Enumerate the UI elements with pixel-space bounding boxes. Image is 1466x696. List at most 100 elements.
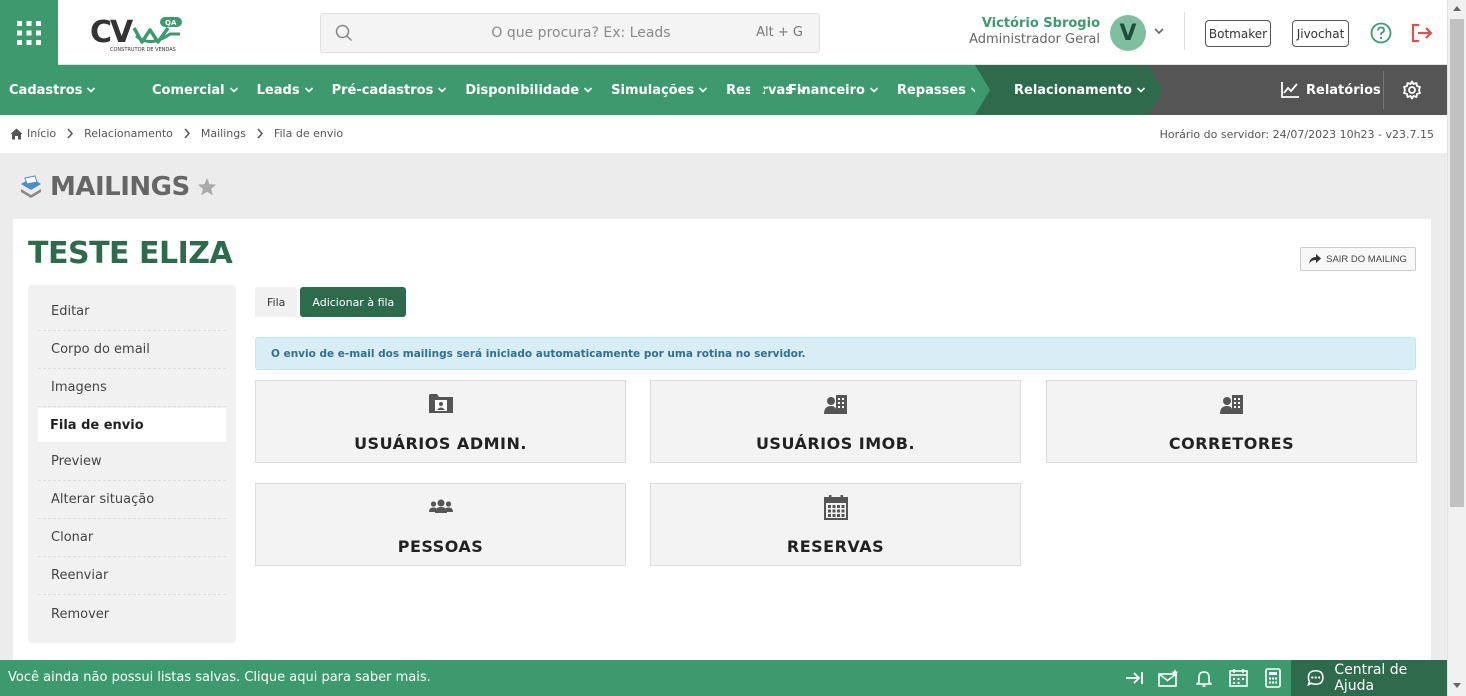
id-card-folder-icon [428, 394, 453, 413]
nav-group-relacionamento: Relacionamento [975, 65, 1163, 115]
help-center-button[interactable]: Central de Ajuda [1291, 660, 1447, 696]
menu-item-editar[interactable]: Editar [38, 293, 226, 331]
chevron-down-icon [1136, 87, 1146, 93]
tile-label: CORRETORES [1168, 434, 1295, 453]
chevron-down-icon [304, 87, 313, 93]
nav-group-comercial: Comercial Leads Pré-cadastros Disponibil… [115, 65, 807, 115]
chat-bubble-icon [1307, 670, 1324, 687]
exit-mailing-button[interactable]: SAIR DO MAILING [1300, 247, 1416, 271]
mailing-card: TESTE ELIZA SAIR DO MAILING Editar Corpo… [13, 219, 1431, 664]
chevron-right-icon [257, 128, 263, 139]
scroll-down-arrow-icon[interactable] [1453, 683, 1461, 688]
calculator-icon[interactable] [1265, 668, 1281, 688]
nav-item-comercial[interactable]: Comercial [152, 83, 239, 98]
menu-item-clonar[interactable]: Clonar [38, 519, 226, 557]
menu-item-imagens[interactable]: Imagens [38, 369, 226, 407]
avatar[interactable]: V [1110, 15, 1146, 51]
nav-item-disponibilidade[interactable]: Disponibilidade [465, 83, 593, 98]
tab-adicionar-fila[interactable]: Adicionar à fila [300, 287, 407, 317]
page-scrollbar[interactable] [1447, 0, 1466, 696]
nav-item-simulacoes[interactable]: Simulações [611, 83, 708, 98]
user-info[interactable]: Victório Sbrogio Administrador Geral [960, 16, 1100, 48]
svg-text:CV: CV [90, 15, 134, 50]
breadcrumb-item-relacionamento[interactable]: Relacionamento [84, 127, 173, 140]
nav-item-relatorios[interactable]: Relatórios [1280, 65, 1381, 115]
mail-star-icon[interactable] [1158, 668, 1180, 688]
menu-item-corpo-email[interactable]: Corpo do email [38, 331, 226, 369]
breadcrumb-bar: Início Relacionamento Mailings Fila de e… [0, 115, 1447, 153]
chevron-down-icon[interactable] [1152, 24, 1166, 38]
menu-item-preview[interactable]: Preview [38, 443, 226, 481]
tile-label: RESERVAS [786, 537, 885, 556]
nav-item-repasses[interactable]: Repasses [897, 83, 980, 98]
help-icon[interactable] [1370, 22, 1392, 44]
nav-item-relacionamento[interactable]: Relacionamento [1014, 83, 1146, 98]
nav-divider [1383, 71, 1384, 109]
chevron-down-icon [87, 87, 96, 93]
tile-label: PESSOAS [397, 537, 484, 556]
nav-group-cadastros: Cadastros [0, 65, 130, 115]
home-icon[interactable] [10, 128, 23, 140]
header-divider [1184, 12, 1185, 50]
arrow-to-right-icon[interactable] [1124, 669, 1144, 687]
bell-icon[interactable] [1196, 669, 1212, 687]
scrollbar-thumb[interactable] [1450, 19, 1464, 507]
tile-pessoas[interactable]: PESSOAS [255, 483, 626, 566]
mailing-name: TESTE ELIZA [28, 236, 233, 271]
gear-icon[interactable] [1402, 80, 1422, 100]
svg-text:CONSTRUTOR DE VENDAS: CONSTRUTOR DE VENDAS [110, 47, 176, 53]
page-title: MAILINGS [50, 172, 190, 202]
tile-label: USUÁRIOS IMOB. [755, 434, 916, 453]
nav-item-cadastros[interactable]: Cadastros [9, 83, 96, 98]
breadcrumb-item-current: Fila de envio [273, 127, 344, 140]
top-header: CV QA CONSTRUTOR DE VENDAS Alt + G Victó… [0, 0, 1447, 65]
jivochat-button[interactable]: Jivochat [1292, 20, 1349, 47]
users-group-icon [428, 499, 453, 513]
share-arrow-icon [1309, 254, 1322, 264]
page-header: MAILINGS [18, 172, 218, 202]
brand-logo[interactable]: CV QA CONSTRUTOR DE VENDAS [88, 12, 188, 54]
botmaker-button[interactable]: Botmaker [1205, 20, 1271, 47]
menu-item-remover[interactable]: Remover [38, 595, 226, 633]
menu-item-reenviar[interactable]: Reenviar [38, 557, 226, 595]
tile-usuarios-admin[interactable]: USUÁRIOS ADMIN. [255, 380, 626, 463]
menu-item-alterar-situacao[interactable]: Alterar situação [38, 481, 226, 519]
chevron-down-icon [438, 87, 447, 93]
apps-grid-button[interactable] [0, 0, 58, 65]
server-time: Horário do servidor: 24/07/2023 10h23 - … [1159, 128, 1434, 141]
saved-lists-message[interactable]: Você ainda não possui listas salvas. Cli… [8, 670, 431, 685]
mailing-side-menu: Editar Corpo do email Imagens Fila de en… [28, 285, 236, 643]
tile-reservas[interactable]: RESERVAS [650, 483, 1021, 566]
calendar-icon[interactable] [1229, 668, 1248, 687]
chevron-down-icon [699, 87, 708, 93]
tile-label: USUÁRIOS ADMIN. [354, 434, 527, 453]
tile-corretores[interactable]: CORRETORES [1046, 380, 1417, 463]
menu-item-fila-envio[interactable]: Fila de envio [38, 408, 226, 442]
breadcrumb-item-mailings[interactable]: Mailings [201, 127, 246, 140]
tab-fila[interactable]: Fila [255, 287, 298, 317]
nav-item-pre-cadastros[interactable]: Pré-cadastros [332, 83, 448, 98]
star-icon[interactable] [196, 176, 218, 198]
logout-icon[interactable] [1410, 22, 1434, 44]
user-building-icon [1219, 395, 1243, 414]
tile-usuarios-imob[interactable]: USUÁRIOS IMOB. [650, 380, 1021, 463]
calendar-icon [823, 495, 848, 520]
scroll-up-arrow-icon[interactable] [1453, 6, 1461, 11]
bottom-bar: Você ainda não possui listas salvas. Cli… [0, 660, 1447, 696]
chevron-down-icon [584, 87, 593, 93]
line-chart-icon [1281, 82, 1299, 98]
grid-icon [17, 20, 41, 45]
breadcrumb-item-inicio[interactable]: Início [27, 127, 56, 140]
chevron-down-icon [797, 87, 807, 93]
user-role: Administrador Geral [969, 32, 1100, 47]
nav-item-leads[interactable]: Leads [257, 83, 314, 98]
user-building-icon [823, 395, 847, 414]
chevron-down-icon [869, 87, 879, 93]
user-name: Victório Sbrogio [981, 16, 1100, 31]
chevron-right-icon [184, 128, 190, 139]
info-alert: O envio de e-mail dos mailings será inic… [255, 337, 1416, 370]
search-input[interactable] [361, 14, 741, 52]
global-search[interactable]: Alt + G [320, 13, 820, 53]
svg-text:QA: QA [165, 19, 177, 27]
nav-item-reservas[interactable]: Reservas [726, 83, 807, 98]
